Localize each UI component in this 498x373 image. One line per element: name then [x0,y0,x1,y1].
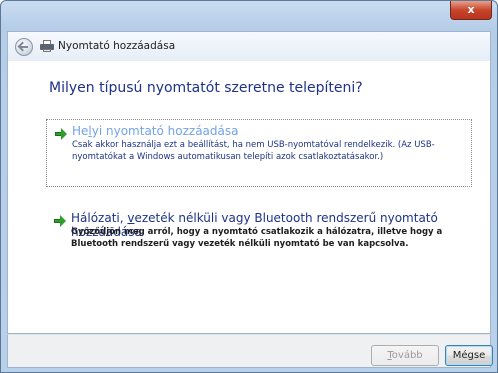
green-arrow-icon [55,128,67,140]
option-local-printer-title[interactable]: Helyi nyomtató hozzáadása [72,124,239,138]
wizard-content: Milyen típusú nyomtatót szeretne telepít… [7,61,491,334]
option-local-printer[interactable]: Helyi nyomtató hozzáadása Csak akkor has… [46,119,472,187]
green-arrow-icon [54,215,66,227]
wizard-header: Nyomtató hozzáadása [7,31,491,62]
cancel-button[interactable]: Mégse [445,345,493,366]
wizard-title: Nyomtató hozzáadása [58,40,176,52]
wizard-window: x Nyomtató hozzáadása Milyen típusú nyom… [0,0,498,373]
close-button[interactable]: x [450,1,492,20]
back-arrow-icon[interactable] [15,38,33,56]
page-question: Milyen típusú nyomtatót szeretne telepít… [49,80,363,96]
wizard-footer: Tovább Mégse [7,334,493,368]
printer-icon [40,40,54,52]
title-bar[interactable]: x [1,1,497,29]
next-button[interactable]: Tovább [371,345,439,366]
option-local-printer-description: Csak akkor használja ezt a beállítást, h… [72,140,435,162]
option-network-printer-description: Győződjön meg arról, hogy a nyomtató csa… [71,227,443,249]
option-network-printer[interactable]: Hálózati, vezeték nélküli vagy Bluetooth… [46,209,472,265]
